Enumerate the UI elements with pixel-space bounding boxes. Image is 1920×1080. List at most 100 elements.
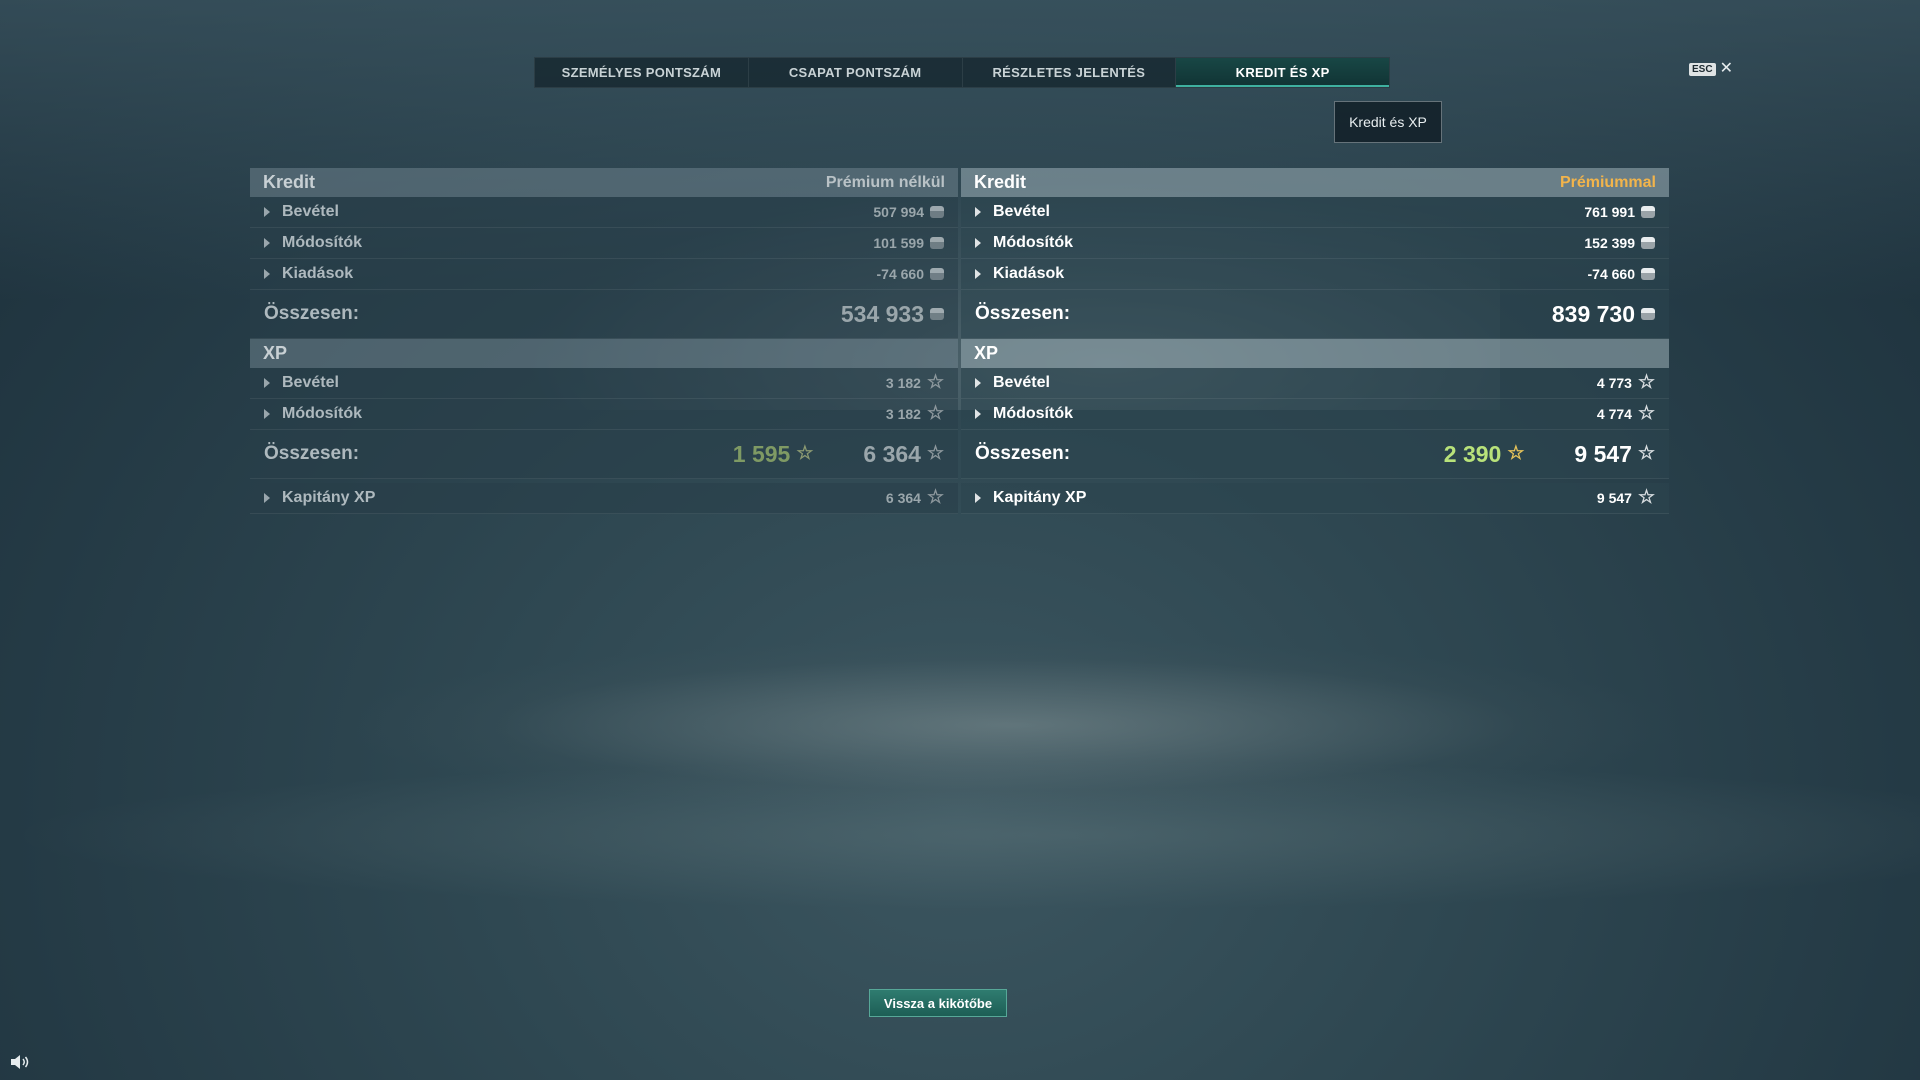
captain-xp-row[interactable]: Kapitány XP 9 547 ☆ (961, 483, 1669, 514)
xp-row-modifiers[interactable]: Módosítók 3 182 ☆ (250, 399, 958, 430)
captain-xp-row[interactable]: Kapitány XP 6 364 ☆ (250, 483, 958, 514)
row-value: 4 774 (1596, 406, 1632, 422)
total-label: Összesen: (264, 443, 360, 464)
expand-arrow-icon (264, 378, 270, 388)
row-value: 3 182 (885, 375, 921, 391)
expand-arrow-icon (264, 493, 270, 503)
row-value: 9 547 (1596, 490, 1632, 506)
star-icon: ☆ (926, 443, 944, 464)
row-value: 152 399 (1584, 235, 1635, 251)
total-label: Összesen: (975, 303, 1071, 324)
expand-arrow-icon (975, 269, 981, 279)
credit-header: Kredit Prémiummal (961, 168, 1669, 197)
xp-total-row: Összesen: 2 390 ☆ 9 547 ☆ (961, 430, 1669, 479)
credit-coin-icon (930, 206, 944, 218)
row-label: Bevétel (282, 203, 339, 220)
total-label: Összesen: (975, 443, 1071, 464)
credit-coin-icon (930, 237, 944, 249)
back-to-port-button[interactable]: Vissza a kikötőbe (869, 989, 1007, 1017)
expand-arrow-icon (975, 207, 981, 217)
credit-coin-icon (1641, 308, 1655, 320)
row-value: 761 991 (1584, 204, 1635, 220)
free-xp-star-icon: ☆ (796, 443, 814, 464)
tab-team-score[interactable]: CSAPAT PONTSZÁM (749, 58, 963, 87)
background-scene (0, 0, 1920, 1080)
row-label: Kiadások (282, 265, 354, 282)
xp-title: XP (974, 343, 999, 363)
premium-status-label: Prémium nélkül (825, 173, 945, 191)
credit-coin-icon (1641, 237, 1655, 249)
expand-arrow-icon (264, 207, 270, 217)
credit-coin-icon (1641, 206, 1655, 218)
tooltip: Kredit és XP (1334, 101, 1442, 143)
credit-header: Kredit Prémium nélkül (250, 168, 958, 197)
expand-arrow-icon (264, 269, 270, 279)
row-label: Módosítók (282, 234, 362, 251)
row-label: Bevétel (282, 374, 339, 391)
credit-title: Kredit (263, 172, 316, 192)
free-xp-value: 2 390 (1443, 440, 1502, 467)
tab-bar: SZEMÉLYES PONTSZÁM CSAPAT PONTSZÁM RÉSZL… (534, 57, 1390, 88)
credit-title: Kredit (974, 172, 1027, 192)
panel-with-premium: Kredit Prémiummal Bevétel 761 991 Módosí… (961, 168, 1669, 514)
tab-detailed-report[interactable]: RÉSZLETES JELENTÉS (963, 58, 1177, 87)
expand-arrow-icon (975, 378, 981, 388)
panel-without-premium: Kredit Prémium nélkül Bevétel 507 994 Mó… (250, 168, 958, 514)
star-icon: ☆ (1637, 487, 1655, 508)
credit-coin-icon (1641, 268, 1655, 280)
xp-row-income[interactable]: Bevétel 3 182 ☆ (250, 368, 958, 399)
background-ship (350, 640, 1670, 810)
total-label: Összesen: (264, 303, 360, 324)
expand-arrow-icon (975, 238, 981, 248)
row-value: 507 994 (873, 204, 924, 220)
row-label: Módosítók (282, 405, 362, 422)
star-icon: ☆ (1637, 403, 1655, 424)
row-label: Kiadások (993, 265, 1065, 282)
credit-total-row: Összesen: 534 933 (250, 290, 958, 339)
xp-header: XP (961, 339, 1669, 368)
credit-row-expenses[interactable]: Kiadások -74 660 (250, 259, 958, 290)
xp-header: XP (250, 339, 958, 368)
credit-coin-icon (930, 268, 944, 280)
xp-total-value: 6 364 (863, 440, 921, 467)
xp-row-income[interactable]: Bevétel 4 773 ☆ (961, 368, 1669, 399)
star-icon: ☆ (1637, 372, 1655, 393)
xp-title: XP (263, 343, 288, 363)
row-label: Bevétel (993, 374, 1050, 391)
credit-coin-icon (930, 308, 944, 320)
expand-arrow-icon (264, 409, 270, 419)
tab-credit-xp[interactable]: KREDIT ÉS XP (1176, 58, 1389, 87)
xp-total-value: 9 547 (1574, 440, 1632, 467)
close-button[interactable]: ESC ✕ (1689, 60, 1733, 77)
premium-status-label: Prémiummal (1559, 173, 1656, 191)
credit-row-modifiers[interactable]: Módosítók 101 599 (250, 228, 958, 259)
row-value: -74 660 (876, 266, 924, 282)
star-icon: ☆ (1637, 443, 1655, 464)
background-wake (0, 760, 1920, 910)
close-icon: ✕ (1719, 60, 1733, 77)
star-icon: ☆ (926, 487, 944, 508)
row-value: 6 364 (885, 490, 921, 506)
credit-total-row: Összesen: 839 730 (961, 290, 1669, 339)
free-xp-value: 1 595 (732, 440, 791, 467)
star-icon: ☆ (926, 403, 944, 424)
credit-row-income[interactable]: Bevétel 761 991 (961, 197, 1669, 228)
credit-row-modifiers[interactable]: Módosítók 152 399 (961, 228, 1669, 259)
esc-key-badge: ESC (1689, 62, 1716, 76)
credit-row-income[interactable]: Bevétel 507 994 (250, 197, 958, 228)
credit-total-value: 534 933 (840, 300, 924, 327)
xp-total-row: Összesen: 1 595 ☆ 6 364 ☆ (250, 430, 958, 479)
row-label: Bevétel (993, 203, 1050, 220)
row-value: 4 773 (1596, 375, 1632, 391)
tab-personal-score[interactable]: SZEMÉLYES PONTSZÁM (535, 58, 749, 87)
expand-arrow-icon (975, 409, 981, 419)
star-icon: ☆ (926, 372, 944, 393)
row-value: 3 182 (885, 406, 921, 422)
xp-row-modifiers[interactable]: Módosítók 4 774 ☆ (961, 399, 1669, 430)
row-value: -74 660 (1587, 266, 1635, 282)
credit-row-expenses[interactable]: Kiadások -74 660 (961, 259, 1669, 290)
expand-arrow-icon (975, 493, 981, 503)
free-xp-star-icon: ☆ (1507, 443, 1525, 464)
speaker-icon[interactable] (10, 1054, 30, 1070)
credit-total-value: 839 730 (1551, 300, 1635, 327)
